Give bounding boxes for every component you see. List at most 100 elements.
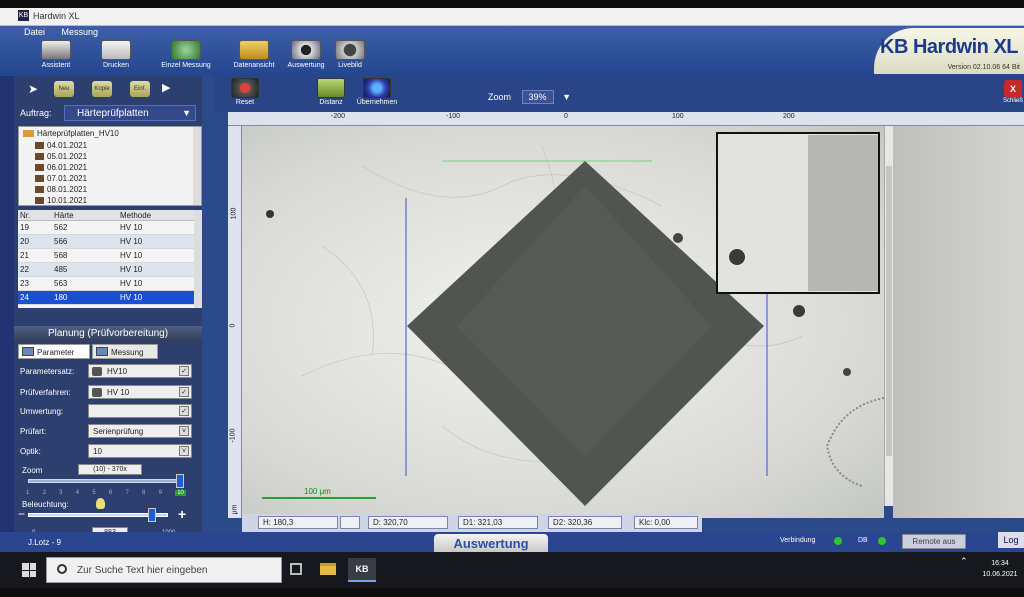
- table-scrollbar[interactable]: [194, 210, 202, 308]
- minus-icon[interactable]: −: [18, 507, 25, 521]
- single-measure-button[interactable]: Einzel Messung: [158, 40, 214, 69]
- test-type-dropdown[interactable]: Serienprüfung ˅: [88, 424, 192, 438]
- cell-haerte: 568: [54, 251, 68, 260]
- table-row[interactable]: 21 568 HV 10: [18, 249, 202, 263]
- zoom-tick[interactable]: 7: [125, 490, 128, 496]
- live-image-button[interactable]: Livebild: [322, 40, 378, 69]
- microscope-image[interactable]: 100 μm: [242, 126, 884, 518]
- log-button[interactable]: Log: [998, 532, 1024, 548]
- menu-messung[interactable]: Messung: [62, 27, 99, 37]
- print-button[interactable]: Drucken: [88, 40, 144, 69]
- tab-label: Messung: [111, 348, 144, 357]
- table-row[interactable]: 20 566 HV 10: [18, 235, 202, 249]
- zoom-tick[interactable]: 1: [26, 490, 29, 496]
- insert-button[interactable]: Einf.: [130, 81, 150, 97]
- dust-spot: [266, 210, 274, 218]
- camera-icon: [335, 40, 365, 60]
- check-icon[interactable]: ✓: [179, 366, 189, 376]
- tab-auswertung[interactable]: Auswertung: [434, 534, 548, 552]
- taskbar-search-input[interactable]: Zur Suche Text hier eingeben: [46, 557, 282, 583]
- window-title: Hardwin XL: [33, 11, 80, 21]
- brand-logo: KB Hardwin XL: [880, 36, 1018, 58]
- new-button[interactable]: Neu: [54, 81, 74, 97]
- measurement-statusbar: H: 180,3 D: 320,70 D1: 321,03 D2: 320,36…: [242, 514, 702, 532]
- zoom-slider[interactable]: [28, 479, 180, 483]
- zoom-tick[interactable]: 8: [142, 490, 145, 496]
- zoom-tick[interactable]: 3: [59, 490, 62, 496]
- tree-node[interactable]: 05.01.2021: [19, 151, 201, 162]
- task-view-icon[interactable]: [290, 563, 302, 575]
- forward-arrow-icon[interactable]: ▶: [162, 81, 170, 94]
- tree-root[interactable]: Härteprüfplatten_HV10: [19, 127, 201, 140]
- image-scrollbar[interactable]: [884, 126, 893, 506]
- optics-dropdown[interactable]: 10 ˅: [88, 444, 192, 458]
- reset-button[interactable]: Reset: [220, 78, 270, 106]
- assistant-icon: [41, 40, 71, 60]
- copy-button[interactable]: Kopie: [92, 81, 112, 97]
- zoom-control-value[interactable]: 39%: [521, 90, 554, 104]
- check-icon[interactable]: ✓: [179, 387, 189, 397]
- screen: KB Hardwin XL Datei Messung Assistent Dr…: [0, 0, 1024, 597]
- chevron-down-icon[interactable]: ▼: [562, 92, 571, 102]
- tray-chevron-up-icon[interactable]: ⌃: [960, 556, 968, 567]
- tree-node[interactable]: 06.01.2021: [19, 162, 201, 173]
- brand-panel: KB Hardwin XL Version 02.10.06 64 Bit: [874, 28, 1024, 74]
- column-header[interactable]: Härte: [54, 210, 74, 221]
- taskbar-clock[interactable]: 16:34 10.06.2021: [980, 558, 1020, 580]
- tree-node[interactable]: 04.01.2021: [19, 140, 201, 151]
- data-view-button[interactable]: Datenansicht: [226, 40, 282, 69]
- tree-node[interactable]: 08.01.2021: [19, 184, 201, 195]
- table-row[interactable]: 19 562 HV 10: [18, 221, 202, 235]
- column-header[interactable]: Methode: [120, 210, 151, 221]
- cell-nr: 21: [20, 251, 29, 260]
- taskbar-app-hardwin[interactable]: KB: [348, 558, 376, 582]
- distance-button[interactable]: Distanz: [306, 78, 356, 106]
- back-arrow-icon[interactable]: ➤: [28, 82, 38, 96]
- zoom-slider-thumb[interactable]: [176, 474, 184, 488]
- cell-nr: 24: [20, 293, 29, 302]
- cell-nr: 20: [20, 237, 29, 246]
- diagonal1-value: D1: 321,03: [458, 516, 538, 529]
- table-row[interactable]: 23 563 HV 10: [18, 277, 202, 291]
- zoom-tick[interactable]: 4: [76, 490, 79, 496]
- plus-icon[interactable]: +: [178, 506, 186, 522]
- windows-start-icon[interactable]: [22, 563, 36, 577]
- column-header[interactable]: Nr.: [20, 210, 30, 221]
- ruler-x-label: -200: [331, 113, 346, 120]
- zoom-tick[interactable]: 10: [175, 490, 186, 496]
- tab-messung[interactable]: Messung: [92, 344, 158, 359]
- scrollbar-thumb[interactable]: [886, 166, 892, 456]
- folder-icon: [23, 130, 34, 138]
- param-row: Parametersatz: HV10 ✓: [18, 364, 202, 380]
- illumination-slider-thumb[interactable]: [147, 508, 156, 522]
- menu-datei[interactable]: Datei: [24, 27, 45, 37]
- zoom-tick[interactable]: 5: [92, 490, 95, 496]
- conversion-field[interactable]: ✓: [88, 404, 192, 418]
- bulb-icon: [96, 498, 105, 509]
- tree-node-label: 04.01.2021: [47, 141, 88, 150]
- assistant-button[interactable]: Assistent: [28, 40, 84, 69]
- tab-parameter[interactable]: Parameter: [18, 344, 90, 359]
- order-dropdown[interactable]: Härteprüfplatten ▼: [64, 105, 196, 121]
- parameter-set-field[interactable]: HV10 ✓: [88, 364, 192, 378]
- table-row-selected[interactable]: 24 180 HV 10: [18, 291, 202, 305]
- tree-node[interactable]: 07.01.2021: [19, 173, 201, 184]
- remote-button[interactable]: Remote aus: [902, 534, 966, 549]
- measure-icon: [96, 347, 108, 356]
- zoom-tick[interactable]: 9: [159, 490, 162, 496]
- test-method-field[interactable]: HV 10 ✓: [88, 385, 192, 399]
- file-explorer-icon[interactable]: [320, 563, 336, 575]
- close-button[interactable]: X Schließ: [1002, 80, 1024, 104]
- tree-node[interactable]: 10.01.2021: [19, 195, 201, 205]
- table-row[interactable]: 22 485 HV 10: [18, 263, 202, 277]
- zoom-tick[interactable]: 2: [43, 490, 46, 496]
- ruler-x-label: 0: [564, 113, 568, 120]
- check-icon[interactable]: ✓: [179, 406, 189, 416]
- status-empty-field: [340, 516, 360, 529]
- zoom-tick[interactable]: 6: [109, 490, 112, 496]
- ruler-y: 100 0 -100 μm: [228, 126, 242, 518]
- accept-button[interactable]: Übernehmen: [352, 78, 402, 106]
- inset-shade: [808, 135, 878, 291]
- sample-icon: [35, 175, 44, 183]
- tree-scrollbar[interactable]: [193, 127, 201, 205]
